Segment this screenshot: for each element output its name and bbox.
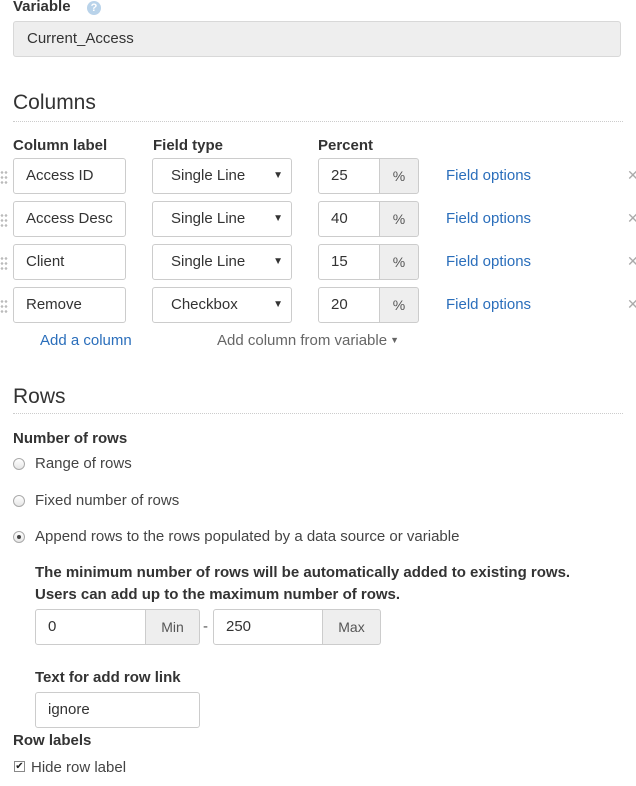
column-label-header: Column label: [13, 137, 108, 154]
field-options-link[interactable]: Field options: [446, 167, 531, 184]
add-row-link-input[interactable]: ignore: [35, 692, 200, 728]
chevron-down-icon: ▼: [273, 256, 283, 267]
drag-handle-icon[interactable]: [0, 213, 8, 229]
min-rows-input[interactable]: 0: [35, 609, 146, 645]
columns-heading: Columns: [13, 91, 96, 114]
append-rows-label[interactable]: Append rows to the rows populated by a d…: [35, 528, 459, 545]
field-options-link[interactable]: Field options: [446, 253, 531, 270]
remove-column-icon[interactable]: ✕: [627, 296, 636, 313]
range-of-rows-radio[interactable]: [13, 458, 25, 470]
range-of-rows-label[interactable]: Range of rows: [35, 455, 132, 472]
field-type-header: Field type: [153, 137, 224, 154]
percent-input[interactable]: 40: [318, 201, 380, 237]
remove-column-icon[interactable]: ✕: [627, 167, 636, 184]
add-row-link-label: Text for add row link: [35, 669, 181, 686]
range-dash: -: [203, 618, 208, 635]
field-type-select[interactable]: Single Line ▼: [152, 244, 292, 280]
number-of-rows-label: Number of rows: [13, 430, 128, 447]
add-column-from-variable-label: Add column from variable: [217, 332, 388, 349]
percent-addon: %: [379, 201, 419, 237]
info-line-1: The minimum number of rows will be autom…: [35, 564, 571, 581]
remove-column-icon[interactable]: ✕: [627, 210, 636, 227]
rows-divider: [13, 413, 623, 414]
add-column-from-variable-dropdown[interactable]: Add column from variable ▼: [217, 332, 399, 349]
max-addon: Max: [322, 609, 381, 645]
percent-addon: %: [379, 244, 419, 280]
percent-input[interactable]: 25: [318, 158, 380, 194]
field-type-value: Single Line: [171, 253, 246, 270]
drag-handle-icon[interactable]: [0, 170, 8, 186]
percent-input[interactable]: 15: [318, 244, 380, 280]
info-line-2: Users can add up to the maximum number o…: [35, 586, 401, 603]
field-type-value: Single Line: [171, 167, 246, 184]
column-label-input[interactable]: Access ID: [13, 158, 126, 194]
min-addon: Min: [145, 609, 200, 645]
field-type-value: Checkbox: [171, 296, 238, 313]
field-options-link[interactable]: Field options: [446, 210, 531, 227]
row-labels-heading: Row labels: [13, 732, 92, 749]
chevron-down-icon: ▼: [273, 299, 283, 310]
percent-input[interactable]: 20: [318, 287, 380, 323]
field-type-select[interactable]: Single Line ▼: [152, 158, 292, 194]
percent-addon: %: [379, 158, 419, 194]
percent-header: Percent: [318, 137, 374, 154]
append-rows-radio[interactable]: [13, 531, 25, 543]
chevron-down-icon: ▼: [273, 213, 283, 224]
hide-row-label-checkbox[interactable]: ✔: [14, 761, 25, 772]
fixed-rows-radio[interactable]: [13, 495, 25, 507]
variable-field: Current_Access: [13, 21, 621, 57]
add-column-link[interactable]: Add a column: [40, 332, 132, 349]
column-label-input[interactable]: Client: [13, 244, 126, 280]
column-label-input[interactable]: Access Desc: [13, 201, 126, 237]
variable-label: Variable: [13, 0, 71, 15]
chevron-down-icon: ▼: [273, 170, 283, 181]
remove-column-icon[interactable]: ✕: [627, 253, 636, 270]
fixed-rows-label[interactable]: Fixed number of rows: [35, 492, 179, 509]
field-type-select[interactable]: Checkbox ▼: [152, 287, 292, 323]
caret-down-icon: ▼: [390, 335, 399, 345]
field-type-value: Single Line: [171, 210, 246, 227]
columns-divider: [13, 121, 623, 122]
drag-handle-icon[interactable]: [0, 299, 8, 315]
hide-row-label-text[interactable]: Hide row label: [31, 759, 126, 776]
column-label-input[interactable]: Remove: [13, 287, 126, 323]
rows-heading: Rows: [13, 385, 66, 408]
field-type-select[interactable]: Single Line ▼: [152, 201, 292, 237]
help-icon[interactable]: ?: [87, 1, 101, 15]
field-options-link[interactable]: Field options: [446, 296, 531, 313]
max-rows-input[interactable]: 250: [213, 609, 323, 645]
drag-handle-icon[interactable]: [0, 256, 8, 272]
percent-addon: %: [379, 287, 419, 323]
